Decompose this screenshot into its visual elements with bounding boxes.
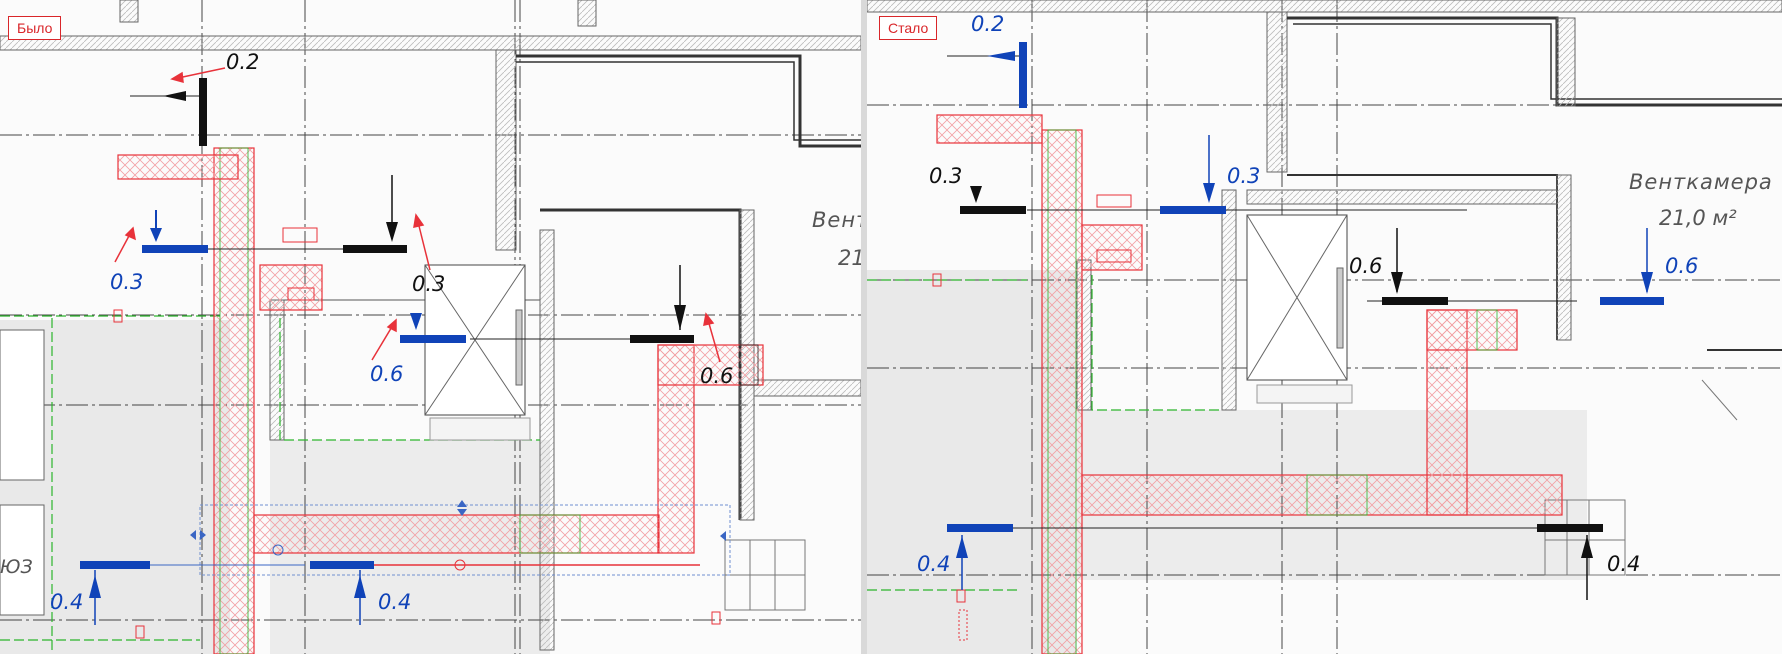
after-tag: Стало [879, 16, 938, 40]
after-panel: Стало 0.2 0.3 0.3 0.6 0.6 0.4 0.4 Вентка… [867, 0, 1782, 654]
before-label-t4: 0.6 [370, 362, 404, 386]
terminal-bar [199, 78, 207, 146]
before-label-t1: 0.2 [226, 50, 260, 74]
terminal-bar [310, 561, 374, 569]
terminal-bar [1537, 524, 1603, 532]
terminal-bar [1600, 297, 1664, 305]
flow-arrow-icon [410, 313, 422, 330]
before-label-t7: 0.4 [378, 590, 412, 614]
terminal-bar [947, 524, 1013, 532]
terminal-bar [400, 335, 466, 343]
flow-arrow-icon [386, 222, 398, 242]
flow-arrow-icon [970, 186, 982, 203]
after-label-t3: 0.3 [1227, 164, 1261, 188]
flow-arrow-icon [674, 305, 686, 330]
after-room-name: Венткамера [1629, 170, 1773, 194]
stair [724, 539, 806, 611]
after-drawing [867, 0, 1782, 654]
before-room-partial: ЮЗ [0, 556, 33, 578]
terminal-bar [80, 561, 150, 569]
before-label-t3: 0.3 [412, 272, 446, 296]
terminal-bar [1160, 206, 1226, 214]
terminal-bar [1019, 42, 1027, 108]
flow-arrow-icon [163, 91, 186, 101]
terminal-bar [1382, 297, 1448, 305]
flow-arrow-icon [987, 51, 1015, 61]
before-room-area: 21, [838, 246, 861, 270]
terminal-bar [630, 335, 694, 343]
before-panel: Было 0.2 0.3 0.3 0.6 0.6 0.4 0.4 Вент 21… [0, 0, 861, 654]
terminal-bar [142, 245, 208, 253]
after-label-t2: 0.3 [929, 164, 963, 188]
terminal-bar [960, 206, 1026, 214]
terminal-bar [343, 245, 407, 253]
after-label-t5: 0.6 [1665, 254, 1699, 278]
after-room-area: 21,0 м² [1659, 206, 1737, 230]
before-label-t2: 0.3 [110, 270, 144, 294]
before-tag: Было [8, 16, 62, 40]
lift-shaft [1246, 214, 1353, 404]
after-label-t4: 0.6 [1349, 254, 1383, 278]
before-drawing [0, 0, 861, 654]
after-label-t1: 0.2 [971, 12, 1005, 36]
flow-arrow-icon [1391, 272, 1403, 294]
before-room-name: Вент [812, 208, 861, 232]
before-label-t5: 0.6 [700, 364, 734, 388]
after-label-t7: 0.4 [1607, 552, 1641, 576]
flow-arrow-icon [150, 228, 162, 242]
flow-arrow-icon [1641, 272, 1653, 294]
before-label-t6: 0.4 [50, 590, 84, 614]
after-label-t6: 0.4 [917, 552, 951, 576]
flow-arrow-icon [1203, 183, 1215, 203]
